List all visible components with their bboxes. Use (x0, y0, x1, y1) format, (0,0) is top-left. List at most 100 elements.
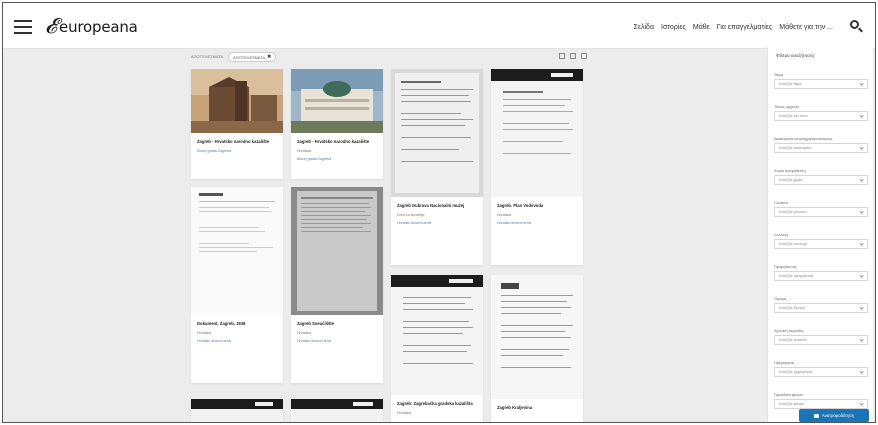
close-icon[interactable]: ✖ (267, 54, 271, 60)
card-title: Zagreb Dubrava Nacionalni muzej (397, 203, 465, 208)
filter-select[interactable]: Επιλέξτε ημερομηνία (774, 367, 868, 377)
filter-value: Επιλέξτε θέμα (779, 82, 802, 86)
chevron-down-icon (859, 400, 864, 406)
nav-link[interactable]: Σελίδα (634, 24, 654, 31)
filter-group: Χώρα προμηθευτή Επιλέξτε χώρα (774, 169, 868, 185)
card-thumbnail (391, 275, 483, 395)
card-title: Zagreb Sveučilište (297, 321, 335, 326)
filter-label: Τύπος αρχείου (774, 105, 799, 109)
card-meta: Hrvatska (497, 212, 512, 217)
filter-label: Ίδρυμα (774, 297, 787, 301)
result-card[interactable]: Zagreb Dubrava Nacionalni muzej Ured za … (391, 69, 483, 265)
card-provider-link[interactable]: Hrvatski državni arhiv (297, 339, 377, 344)
filter-select[interactable]: Επιλέξτε προμηθευτή (774, 271, 868, 281)
result-card[interactable] (191, 399, 283, 422)
chevron-down-icon (859, 368, 864, 374)
filter-select[interactable]: Επιλέξτε ίδρυμα (774, 303, 868, 313)
nav-link[interactable]: Μάθετε για την ... (779, 24, 833, 31)
filter-label: Ημερομηνία (774, 361, 795, 365)
chevron-down-icon (859, 144, 864, 150)
card-thumbnail (191, 187, 283, 315)
filter-select[interactable]: Επιλέξτε θέμα (774, 79, 868, 89)
filter-select[interactable]: Επιλέξτε γλώσσα (774, 207, 868, 217)
chevron-down-icon (859, 336, 864, 342)
chevron-down-icon (859, 240, 864, 246)
card-provider-link[interactable]: Hrvatski državni arhiv (197, 339, 277, 344)
filter-select[interactable]: Επιλέξτε δικαιώματα (774, 143, 868, 153)
chevron-down-icon (859, 112, 864, 118)
filter-value: Επιλέξτε χώρα (779, 178, 803, 182)
filter-label: Δικαιώματα επαναχρησιμοποίησης (774, 137, 833, 141)
browser-frame: 𝓔 europeana Σελίδα Ιστορίες Μάθε Για επα… (2, 2, 876, 423)
chevron-down-icon (859, 304, 864, 310)
filter-group: Ημερομηνία Επιλέξτε ημερομηνία (774, 361, 868, 377)
nav-link[interactable]: Για επαγγελματίες (717, 24, 773, 31)
card-provider-link[interactable]: Hrvatski državni arhiv (497, 221, 577, 226)
card-thumbnail (291, 187, 383, 315)
europeana-logo[interactable]: 𝓔 europeana (45, 16, 138, 37)
card-provider-link[interactable]: Hrvatski državni arhiv (397, 221, 477, 226)
nav-link[interactable]: Μάθε (693, 24, 710, 31)
filter-group: Συλλογή Επιλέξτε συλλογή (774, 233, 868, 249)
results-count: ΑΠΟΤΕΛΕΣΜΑΤΑ (191, 54, 224, 59)
sidebar-title: Φίλτρα αναζήτησης (776, 53, 815, 58)
list-view-icon[interactable] (581, 53, 587, 59)
results-toolbar: ΑΠΟΤΕΛΕΣΜΑΤΑ ΑΠΟΤΕΛΕΣΜΑΤΑ ✖ (191, 51, 591, 65)
results-grid: Zagreb - Hrvatsko narodno kazalište Muze… (191, 69, 591, 422)
card-thumbnail (291, 69, 383, 133)
nav-link[interactable]: Ιστορίες (661, 24, 686, 31)
chevron-down-icon (859, 272, 864, 278)
result-card[interactable]: Zagreb. Plan Vodovoda Hrvatska Hrvatski … (491, 69, 583, 265)
card-title: Zagreb - Hrvatsko narodno kazalište (197, 139, 270, 144)
hamburger-icon[interactable] (14, 20, 32, 34)
card-meta: Hrvatska (197, 330, 212, 335)
card-meta: Hrvatska (397, 410, 412, 415)
filter-value: Επιλέξτε ίδρυμα (779, 306, 805, 310)
filter-group: Χρονική περίοδος Επιλέξτε περίοδο (774, 329, 868, 345)
card-title: Zagreb: Zagrebačka gradska kazališta (397, 401, 473, 406)
feedback-icon (813, 413, 819, 418)
filter-label: Χώρα προμηθευτή (774, 169, 806, 173)
filter-value: Επιλέξτε προμηθευτή (779, 274, 814, 278)
result-card[interactable]: Zagreb - Hrvatsko narodno kazalište Muze… (191, 69, 283, 179)
result-card[interactable]: Zagreb - Hrvatsko narodno kazalište Hrva… (291, 69, 383, 179)
search-icon[interactable] (850, 20, 863, 33)
filter-label: Χρονική περίοδος (774, 329, 805, 333)
card-thumbnail (191, 399, 283, 422)
filter-select[interactable]: Επιλέξτε φίλτρο (774, 399, 868, 409)
card-title: Dokument. Zagreb, 1938 (197, 321, 246, 326)
filter-chip[interactable]: ΑΠΟΤΕΛΕΣΜΑΤΑ ✖ (228, 52, 277, 62)
chevron-down-icon (859, 176, 864, 182)
filter-select[interactable]: Επιλέξτε περίοδο (774, 335, 868, 345)
filter-value: Επιλέξτε περίοδο (779, 338, 807, 342)
chevron-down-icon (859, 208, 864, 214)
card-thumbnail (491, 69, 583, 197)
result-card[interactable]: Zagreb Sveučilište Hrvatska Hrvatski drž… (291, 187, 383, 383)
logo-mark: 𝓔 (45, 14, 58, 38)
mosaic-view-icon[interactable] (570, 53, 576, 59)
filter-group: Τύπος αρχείου Επιλέξτε τον τύπο (774, 105, 868, 121)
card-thumbnail (491, 275, 583, 399)
card-meta: Hrvatska (297, 330, 312, 335)
filter-value: Επιλέξτε συλλογή (779, 242, 808, 246)
grid-view-icon[interactable] (559, 53, 565, 59)
filter-select[interactable]: Επιλέξτε χώρα (774, 175, 868, 185)
feedback-label: Ανατροφοδότηση (821, 413, 855, 418)
filter-select[interactable]: Επιλέξτε τον τύπο (774, 111, 868, 121)
card-title: Zagreb Kraljevina (497, 405, 533, 410)
result-card[interactable]: Zagreb: Zagrebačka gradska kazališta Hrv… (391, 275, 483, 422)
top-navigation: Σελίδα Ιστορίες Μάθε Για επαγγελματίες Μ… (634, 24, 833, 31)
result-card[interactable]: Dokument. Zagreb, 1938 Hrvatska Hrvatski… (191, 187, 283, 383)
feedback-button[interactable]: Ανατροφοδότηση (799, 409, 869, 422)
result-card[interactable]: Zagreb Kraljevina (491, 275, 583, 422)
filter-group: Πρόσθετα φίλτρα Επιλέξτε φίλτρο (774, 393, 868, 409)
filter-group: Προμηθευτής Επιλέξτε προμηθευτή (774, 265, 868, 281)
card-provider-link[interactable]: Muzej grada Zagreba (297, 157, 377, 162)
card-provider-link[interactable]: Muzej grada Zagreba (197, 149, 277, 154)
card-title: Zagreb. Plan Vodovoda (497, 203, 544, 208)
card-thumbnail (191, 69, 283, 133)
result-card[interactable] (291, 399, 383, 422)
card-meta: Ured za suradnju (397, 212, 425, 217)
filter-select[interactable]: Επιλέξτε συλλογή (774, 239, 868, 249)
filter-value: Επιλέξτε γλώσσα (779, 210, 807, 214)
